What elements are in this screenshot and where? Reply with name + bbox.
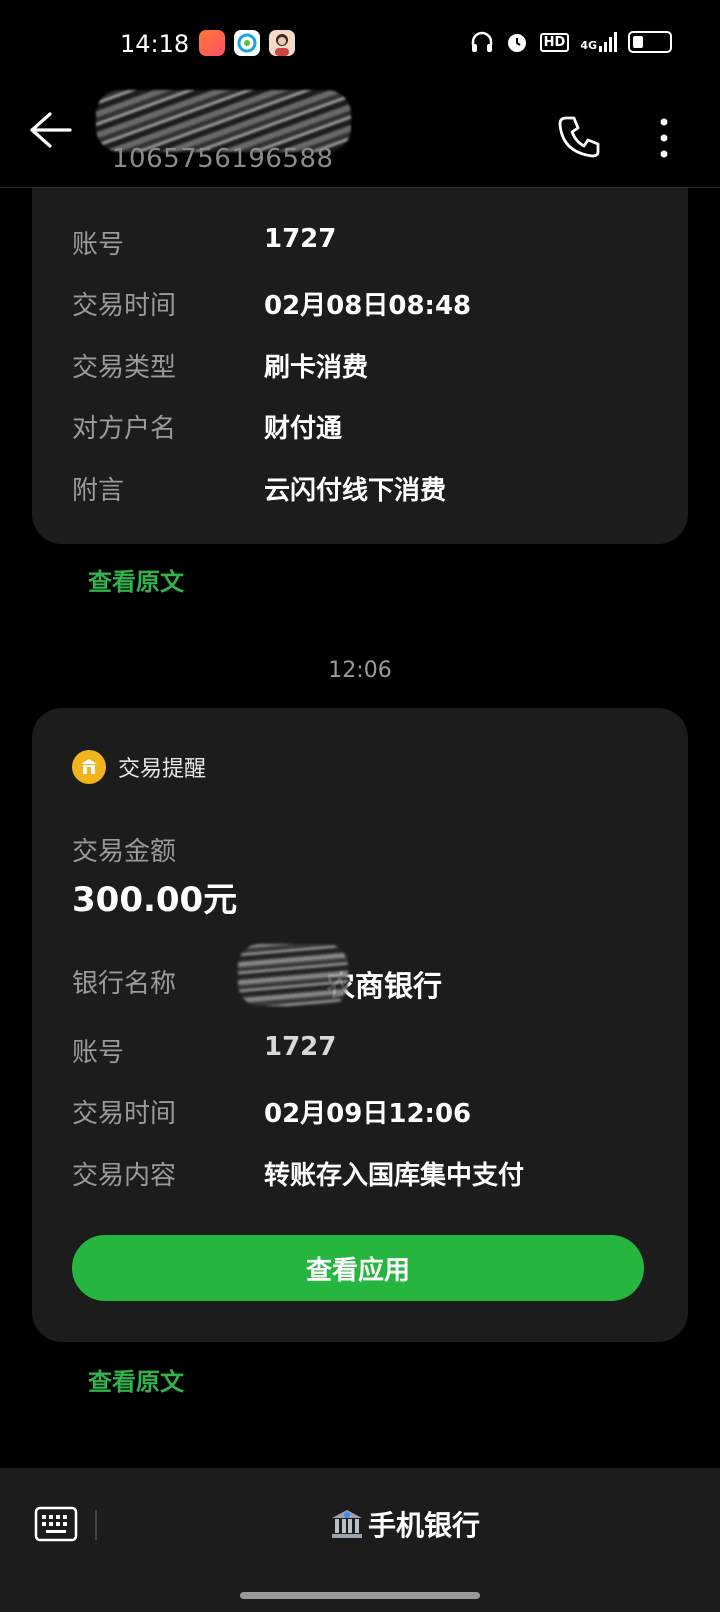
amount-label: 交易金额 bbox=[72, 837, 177, 867]
network-type-label: 4G bbox=[580, 39, 597, 52]
status-bar: 14:18 HD 4G bbox=[0, 0, 720, 90]
row-value: 财付通 bbox=[264, 414, 343, 444]
back-button[interactable] bbox=[28, 110, 88, 160]
row-label: 交易内容 bbox=[72, 1161, 177, 1191]
menu-divider bbox=[95, 1510, 97, 1540]
card-header: 交易提醒 bbox=[72, 750, 206, 784]
phone-icon bbox=[558, 116, 600, 158]
keyboard-toggle-button[interactable] bbox=[34, 1506, 78, 1542]
call-button[interactable] bbox=[556, 112, 604, 160]
row-label: 账号 bbox=[72, 230, 125, 260]
video-app-icon bbox=[199, 30, 225, 56]
mobile-banking-menu[interactable]: 手机银行 bbox=[330, 1504, 480, 1544]
more-options-button[interactable] bbox=[650, 114, 678, 162]
alarm-icon bbox=[507, 34, 526, 52]
card-title: 交易提醒 bbox=[118, 757, 207, 782]
avatar-app-icon bbox=[269, 30, 295, 56]
signal-4g-icon: 4G bbox=[580, 32, 617, 52]
row-label: 交易时间 bbox=[72, 291, 177, 321]
row-label: 交易类型 bbox=[72, 353, 177, 383]
info-row: 交易内容 转账存入国库集中支付 bbox=[72, 1155, 524, 1192]
bank-name-redacted bbox=[238, 944, 348, 1006]
info-row: 交易时间 02月08日08:48 bbox=[72, 285, 471, 322]
hd-icon: HD bbox=[539, 32, 570, 52]
sender-name-redacted bbox=[96, 90, 351, 152]
bank-icon bbox=[332, 1510, 362, 1538]
transaction-amount: 300.00元 bbox=[72, 880, 238, 920]
row-value: 刷卡消费 bbox=[264, 353, 369, 383]
status-app-icons bbox=[199, 30, 295, 56]
bottom-menu-bar: 手机银行 bbox=[0, 1468, 720, 1612]
row-value: 02月09日12:06 bbox=[264, 1099, 472, 1129]
row-label: 交易时间 bbox=[72, 1099, 177, 1129]
row-value: 02月08日08:48 bbox=[264, 291, 472, 321]
transaction-card-2: 交易提醒 交易金额 300.00元 银行名称 农商银行 账号 1727 交易时间… bbox=[32, 708, 688, 1342]
row-label: 对方户名 bbox=[72, 414, 177, 444]
row-label: 银行名称 bbox=[72, 969, 177, 999]
status-indicators: HD 4G bbox=[470, 30, 672, 54]
row-label: 附言 bbox=[72, 476, 125, 506]
status-time: 14:18 bbox=[120, 30, 190, 58]
info-row: 账号 1727 bbox=[72, 224, 336, 261]
sender-number: 1065756196588 bbox=[112, 144, 334, 174]
row-value: 云闪付线下消费 bbox=[264, 476, 447, 506]
battery-icon bbox=[628, 31, 672, 53]
menu-label: 手机银行 bbox=[368, 1509, 481, 1542]
more-vertical-icon bbox=[660, 118, 668, 158]
network-app-icon bbox=[234, 30, 260, 56]
row-label: 账号 bbox=[72, 1038, 125, 1068]
view-app-button[interactable]: 查看应用 bbox=[72, 1235, 644, 1301]
view-original-link[interactable]: 查看原文 bbox=[88, 1362, 184, 1397]
headphones-icon bbox=[471, 31, 492, 52]
info-row: 附言 云闪付线下消费 bbox=[72, 470, 446, 507]
arrow-left-icon bbox=[30, 112, 72, 148]
row-value: 1727 bbox=[264, 224, 337, 254]
conversation-header: 1065756196588 bbox=[0, 90, 720, 188]
bank-badge-icon bbox=[72, 750, 106, 784]
home-indicator[interactable] bbox=[240, 1592, 480, 1599]
keyboard-icon bbox=[34, 1506, 78, 1542]
info-row: 账号 1727 bbox=[72, 1032, 336, 1069]
transaction-card-1: 账号 1727 交易时间 02月08日08:48 交易类型 刷卡消费 对方户名 … bbox=[32, 140, 688, 544]
info-row: 对方户名 财付通 bbox=[72, 408, 342, 445]
message-timestamp: 12:06 bbox=[328, 658, 392, 683]
row-value: 1727 bbox=[264, 1032, 337, 1062]
info-row: 交易类型 刷卡消费 bbox=[72, 347, 368, 384]
info-row: 交易时间 02月09日12:06 bbox=[72, 1093, 471, 1130]
row-value: 转账存入国库集中支付 bbox=[264, 1161, 525, 1191]
view-original-link[interactable]: 查看原文 bbox=[88, 562, 184, 597]
